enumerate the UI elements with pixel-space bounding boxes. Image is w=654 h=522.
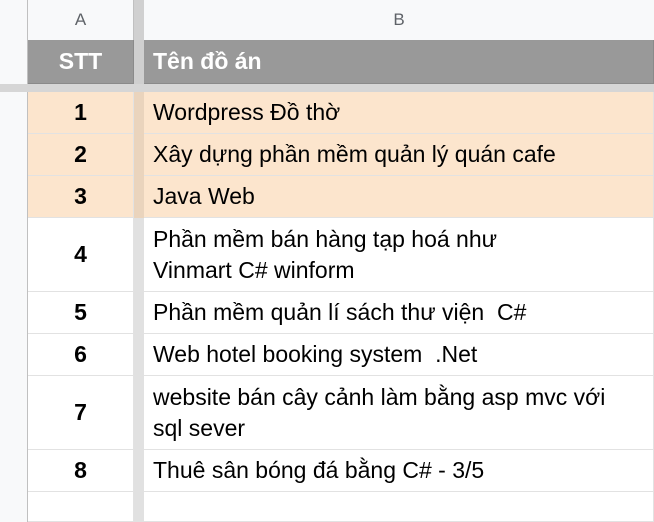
stt-cell[interactable]: 1	[28, 92, 134, 134]
name-cell[interactable]: Wordpress Đồ thờ	[144, 92, 654, 134]
row-number-cell[interactable]	[0, 492, 28, 522]
header-row: STT Tên đồ án	[0, 40, 654, 84]
row-number-cell[interactable]	[0, 134, 28, 176]
table-row: 1 Wordpress Đồ thờ	[0, 92, 654, 134]
table-row: 2 Xây dựng phần mềm quản lý quán cafe	[0, 134, 654, 176]
column-resize-handle[interactable]	[134, 0, 144, 40]
name-cell[interactable]: Web hotel booking system .Net	[144, 334, 654, 376]
row-number-cell[interactable]	[0, 176, 28, 218]
frozen-row-divider[interactable]	[0, 84, 654, 92]
row-number-cell[interactable]	[0, 334, 28, 376]
table-row: 6 Web hotel booking system .Net	[0, 334, 654, 376]
column-divider	[134, 92, 144, 134]
name-cell[interactable]: Phần mềm bán hàng tạp hoá như Vinmart C#…	[144, 218, 654, 292]
column-header-bar: A B	[0, 0, 654, 41]
row-number-cell[interactable]	[0, 92, 28, 134]
empty-cell[interactable]	[144, 492, 654, 522]
stt-cell[interactable]: 3	[28, 176, 134, 218]
name-cell[interactable]: Java Web	[144, 176, 654, 218]
table-row-empty	[0, 492, 654, 522]
empty-cell[interactable]	[28, 492, 134, 522]
table-row: 3 Java Web	[0, 176, 654, 218]
name-cell[interactable]: website bán cây cảnh làm bằng asp mvc vớ…	[144, 376, 654, 450]
stt-cell[interactable]: 8	[28, 450, 134, 492]
column-divider	[134, 218, 144, 292]
column-header-b[interactable]: B	[144, 0, 654, 40]
stt-cell[interactable]: 7	[28, 376, 134, 450]
column-divider	[134, 334, 144, 376]
column-divider	[134, 376, 144, 450]
name-cell[interactable]: Xây dựng phần mềm quản lý quán cafe	[144, 134, 654, 176]
select-all-corner[interactable]	[0, 0, 28, 40]
table-row: 5 Phần mềm quản lí sách thư viện C#	[0, 292, 654, 334]
column-divider	[134, 292, 144, 334]
stt-cell[interactable]: 4	[28, 218, 134, 292]
stt-cell[interactable]: 6	[28, 334, 134, 376]
column-divider	[134, 450, 144, 492]
row-number-cell[interactable]	[0, 218, 28, 292]
column-divider	[134, 134, 144, 176]
name-cell[interactable]: Phần mềm quản lí sách thư viện C#	[144, 292, 654, 334]
stt-cell[interactable]: 2	[28, 134, 134, 176]
spreadsheet-grid: A B STT Tên đồ án 1 Wordpress Đồ thờ 2 X…	[0, 0, 654, 522]
row-number-cell[interactable]	[0, 40, 28, 84]
column-header-a[interactable]: A	[28, 0, 134, 40]
table-row: 7 website bán cây cảnh làm bằng asp mvc …	[0, 376, 654, 450]
row-number-cell[interactable]	[0, 376, 28, 450]
column-divider	[134, 492, 144, 522]
row-number-cell[interactable]	[0, 292, 28, 334]
table-row: 4 Phần mềm bán hàng tạp hoá như Vinmart …	[0, 218, 654, 292]
column-divider	[134, 176, 144, 218]
name-header-cell[interactable]: Tên đồ án	[144, 40, 654, 84]
row-number-cell[interactable]	[0, 450, 28, 492]
column-divider	[134, 40, 144, 84]
stt-header-cell[interactable]: STT	[28, 40, 134, 84]
stt-cell[interactable]: 5	[28, 292, 134, 334]
table-row: 8 Thuê sân bóng đá bằng C# - 3/5	[0, 450, 654, 492]
name-cell[interactable]: Thuê sân bóng đá bằng C# - 3/5	[144, 450, 654, 492]
